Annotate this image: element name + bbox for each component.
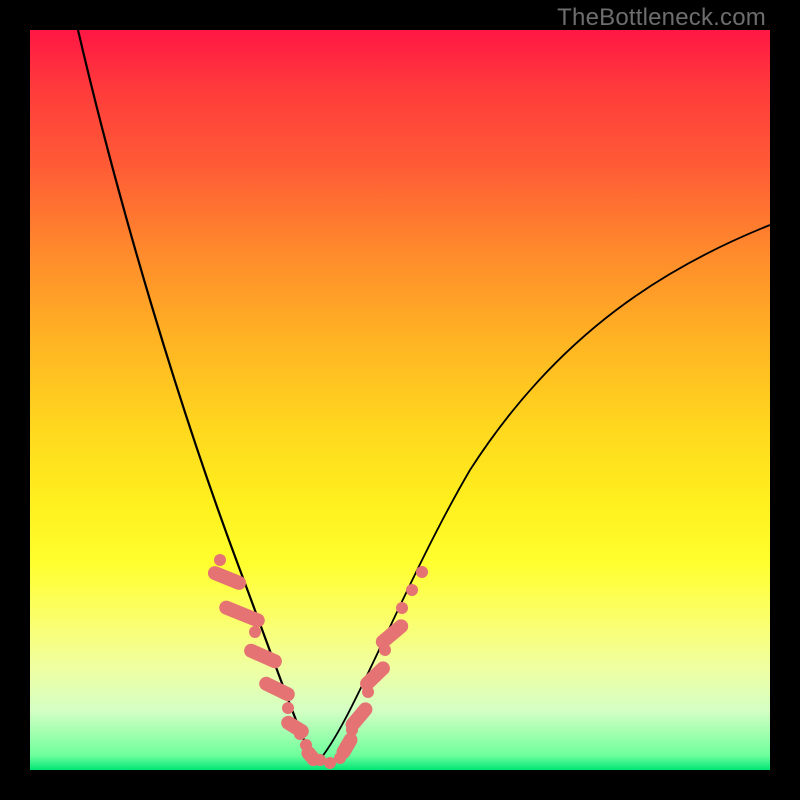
marker-pill <box>343 699 376 734</box>
curve-right-branch <box>315 225 770 765</box>
marker-dot <box>294 728 306 740</box>
marker-pill <box>217 599 267 630</box>
marker-dot <box>416 566 428 578</box>
marker-dot <box>282 702 294 714</box>
bottleneck-curve <box>30 30 770 770</box>
marker-pill <box>206 564 248 592</box>
marker-dot <box>214 554 226 566</box>
marker-pill <box>357 658 393 693</box>
marker-pill <box>242 641 284 670</box>
marker-pill <box>257 674 297 703</box>
marker-dot <box>396 602 408 614</box>
marker-dot <box>406 584 418 596</box>
curve-left-branch <box>78 30 315 765</box>
marker-dot <box>249 626 261 638</box>
watermark-text: TheBottleneck.com <box>557 4 766 32</box>
chart-frame <box>30 30 770 770</box>
